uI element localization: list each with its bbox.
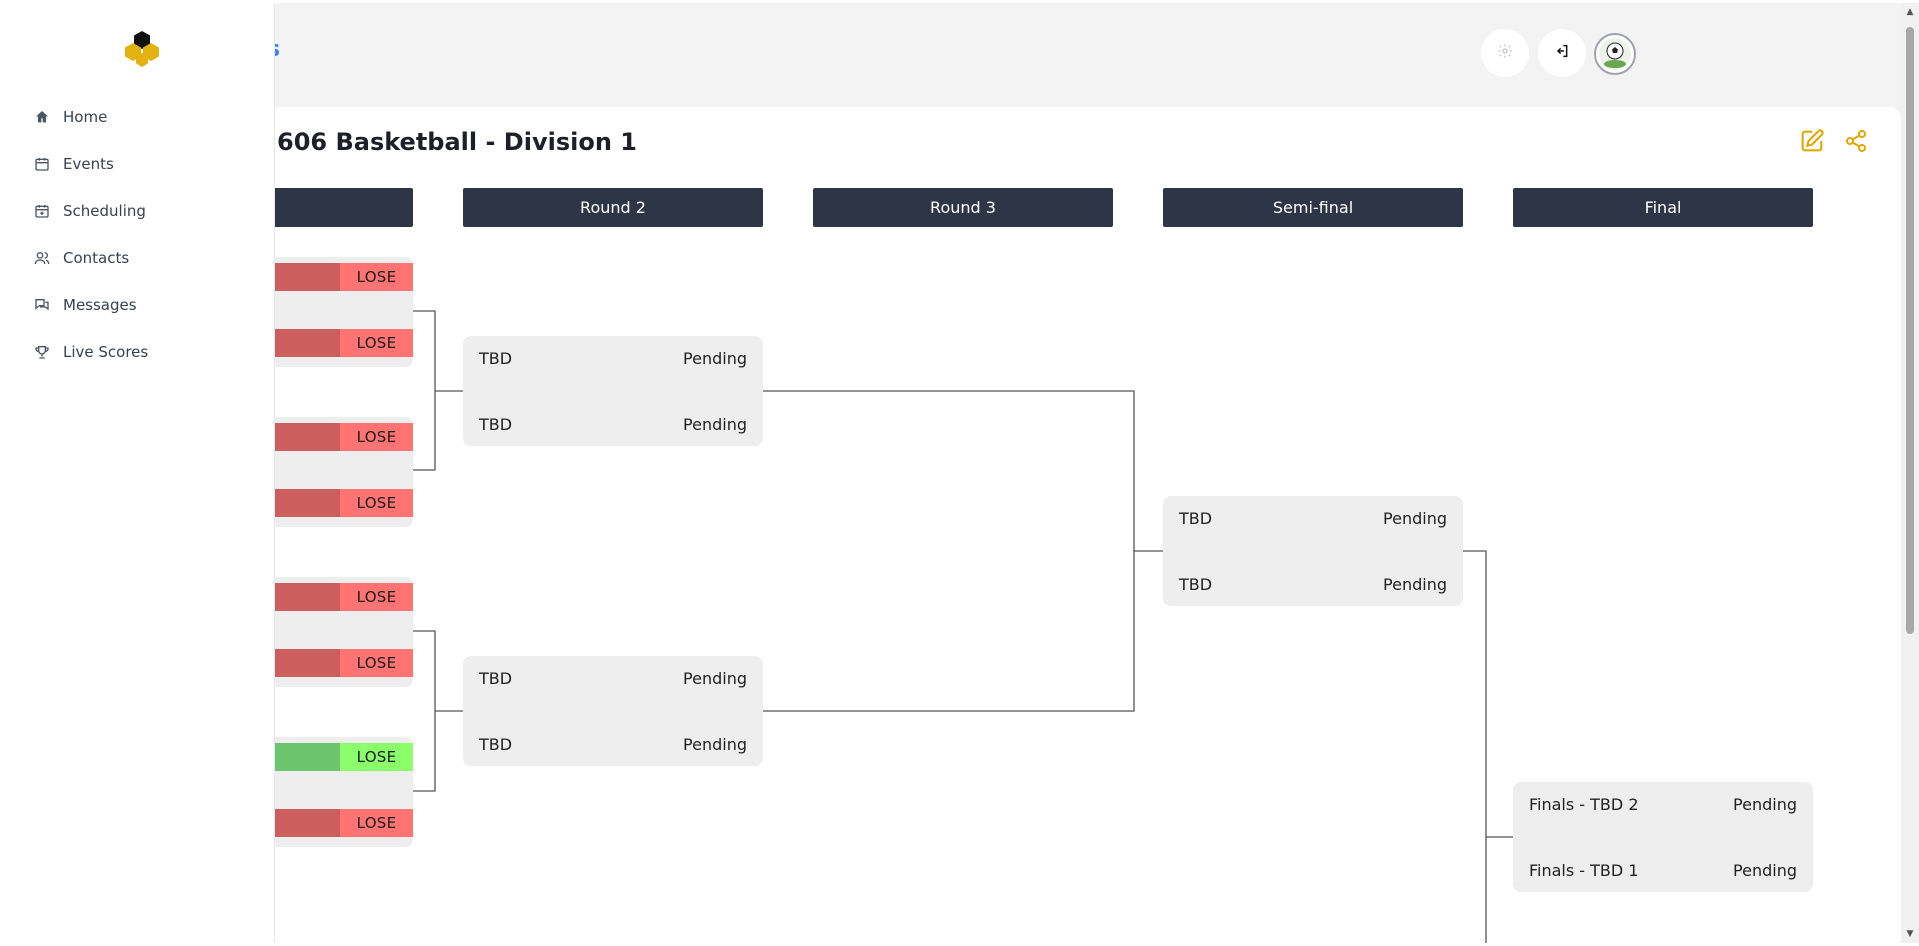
result-badge: LOSE [340,743,413,771]
result-badge: LOSE [340,329,413,357]
result-badge: LOSE [340,649,413,677]
match-status: Pending [1383,508,1447,528]
trophy-icon [33,343,51,361]
round-header-2: Round 2 [463,188,763,227]
sidebar-item-label: Events [63,155,114,173]
user-avatar[interactable] [1594,33,1636,75]
result-badge: LOSE [340,809,413,837]
team-name: TBD [1179,574,1213,594]
share-icon [1844,129,1868,157]
soccer-avatar-icon [1599,38,1631,70]
team-name: TBD [479,414,513,434]
app-window: s 606 Basketball - Division 1 [3,3,1901,943]
calendar-plus-icon [33,202,51,220]
users-icon [33,249,51,267]
match-status: Pending [683,348,747,368]
round-label: Round 3 [930,198,996,217]
vertical-scrollbar[interactable]: ▲ ▼ [1901,3,1919,943]
sidebar-item-label: Contacts [63,249,130,267]
result-badge: LOSE [340,263,413,291]
round-header-semifinal: Semi-final [1163,188,1463,227]
settings-button[interactable] [1481,29,1529,77]
round-header-3: Round 3 [813,188,1113,227]
sidebar-item-live-scores[interactable]: Live Scores [33,336,148,368]
match-slot[interactable]: TBD Pending [463,338,763,378]
sidebar-item-events[interactable]: Events [33,148,114,180]
sidebar-item-label: Live Scores [63,343,149,361]
edit-button[interactable] [1796,127,1828,159]
sidebar: Home Events Scheduling Contacts Messages… [3,3,274,943]
result-badge: LOSE [340,583,413,611]
semifinal-match-1[interactable]: TBD Pending TBD Pending [1163,496,1463,606]
match-slot[interactable]: TBD Pending [1163,564,1463,604]
final-match-1[interactable]: Finals - TBD 2 Pending Finals - TBD 1 Pend… [1513,782,1813,892]
round-label: Final [1644,198,1682,217]
result-badge: LOSE [340,489,413,517]
logout-icon [1554,43,1570,63]
messages-icon [33,296,51,314]
scrollbar-thumb[interactable] [1906,27,1914,634]
sidebar-item-contacts[interactable]: Contacts [33,242,129,274]
top-bar: s [3,3,1901,107]
round-label: Semi-final [1272,198,1354,217]
scroll-up-icon[interactable]: ▲ [1905,7,1915,17]
team-name: TBD [1179,508,1213,528]
match-slot[interactable]: TBD Pending [1163,498,1463,538]
team-name: Finals - TBD 2 [1529,794,1639,814]
logout-button[interactable] [1538,29,1586,77]
logo[interactable] [119,29,165,69]
team-name: TBD [479,348,513,368]
round2-match-1[interactable]: TBD Pending TBD Pending [463,336,763,446]
match-status: Pending [683,734,747,754]
main-content: 606 Basketball - Division 1 l 1 Round 2 … [3,107,1901,943]
round-header-final: Final [1513,188,1813,227]
edit-icon [1798,127,1826,159]
match-slot[interactable]: TBD Pending [463,658,763,698]
sidebar-item-messages[interactable]: Messages [33,289,137,321]
match-slot[interactable]: TBD Pending [463,404,763,444]
team-name: TBD [479,668,513,688]
sidebar-item-home[interactable]: Home [33,101,107,133]
round2-match-2[interactable]: TBD Pending TBD Pending [463,656,763,766]
sidebar-item-scheduling[interactable]: Scheduling [33,195,146,227]
team-name: Finals - TBD 1 [1529,860,1639,880]
match-slot[interactable]: Finals - TBD 2 Pending [1513,784,1813,824]
sidebar-item-label: Scheduling [63,202,146,220]
result-badge: LOSE [340,423,413,451]
match-status: Pending [1383,574,1447,594]
round-label: Round 2 [580,198,646,217]
sidebar-item-label: Home [63,108,108,126]
share-button[interactable] [1840,127,1872,159]
match-status: Pending [683,668,747,688]
match-status: Pending [1733,794,1797,814]
honeycomb-logo-icon [125,31,159,67]
team-name: TBD [479,734,513,754]
calendar-icon [33,155,51,173]
match-status: Pending [683,414,747,434]
match-slot[interactable]: Finals - TBD 1 Pending [1513,850,1813,890]
gear-icon [1497,43,1513,63]
home-icon [33,108,51,126]
page-title: 606 Basketball - Division 1 [277,128,637,156]
scroll-down-icon[interactable]: ▼ [1905,929,1915,939]
match-status: Pending [1733,860,1797,880]
match-slot[interactable]: TBD Pending [463,724,763,764]
sidebar-item-label: Messages [63,296,137,314]
